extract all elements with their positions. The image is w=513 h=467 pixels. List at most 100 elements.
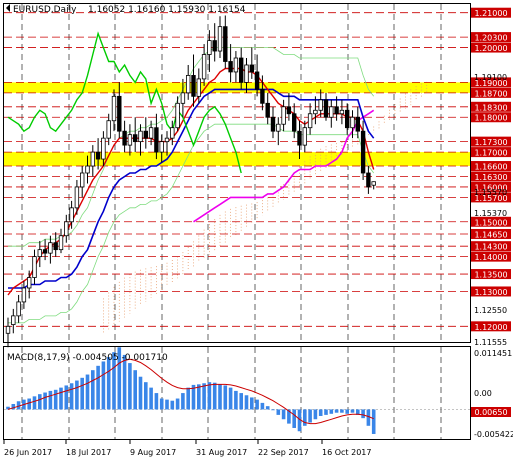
macd-bar	[133, 370, 137, 410]
candle-body	[21, 287, 27, 303]
candle-body	[180, 92, 186, 104]
candle-body	[360, 130, 366, 174]
candle-body	[286, 106, 292, 115]
candle-body	[276, 123, 281, 132]
macd-bar	[350, 409, 355, 413]
candle-body	[170, 127, 175, 139]
macd-bar	[303, 409, 307, 426]
macd-bar	[85, 374, 90, 410]
candle-body	[201, 54, 207, 80]
candle-body	[228, 61, 233, 73]
candle-body	[207, 40, 212, 55]
macd-bar	[80, 377, 84, 410]
candle-body	[297, 130, 302, 146]
candle-body	[159, 141, 164, 153]
candle-body	[323, 99, 329, 118]
candle-body	[101, 137, 106, 160]
macd-bar	[271, 409, 275, 411]
macd-axis-label: 0.011451	[474, 349, 512, 358]
candle-body	[111, 95, 117, 122]
candle-body	[16, 301, 21, 317]
macd-bar	[75, 380, 79, 410]
time-axis-label: 22 Sep 2017	[258, 448, 309, 457]
macd-bar	[154, 393, 159, 410]
macd-bar	[32, 396, 37, 410]
price-axis-label: 1.15570	[474, 188, 507, 197]
level-price-label: 1.17300	[474, 138, 507, 147]
candle-body	[175, 102, 180, 129]
macd-bar	[361, 409, 365, 419]
macd-bar	[202, 383, 206, 410]
candle-body	[371, 181, 376, 186]
level-price-label: 1.13000	[474, 288, 507, 297]
macd-bar	[101, 361, 106, 410]
candle-body	[291, 113, 297, 132]
macd-bar	[292, 409, 296, 428]
price-axis-label: 1.15370	[474, 209, 507, 218]
macd-bar	[313, 409, 318, 420]
candle-body	[355, 116, 360, 132]
chart-window: 1.21000 1.20300 1.20000 1.19000 1.18700 1.183…	[0, 0, 513, 463]
ohlc-values: 1.16052 1.16160 1.15930 1.16154	[88, 5, 246, 15]
macd-bar	[223, 385, 228, 410]
macd-bar	[329, 409, 334, 414]
macd-bar	[91, 370, 95, 410]
candle-body	[191, 75, 196, 97]
candle-body	[154, 127, 159, 153]
price-axis-label: 1.11555	[474, 338, 507, 347]
symbol-header: EURUSD,Daily 1.16052 1.16160 1.15930 1.1…	[6, 4, 246, 15]
candle-body	[53, 242, 58, 251]
candle-body	[117, 95, 122, 132]
candle-body	[37, 249, 42, 258]
candle-body	[32, 256, 37, 278]
level-price-label: 1.12000	[474, 323, 507, 332]
candle-body	[90, 151, 95, 167]
candle-body	[64, 221, 69, 237]
macd-bar	[276, 409, 281, 415]
macd-bar	[149, 387, 153, 410]
candle-body	[80, 172, 85, 188]
candle-body	[329, 106, 334, 118]
level-price-label: 1.13500	[474, 271, 507, 280]
level-price-label: 1.18000	[474, 114, 507, 123]
macd-bar	[281, 409, 286, 420]
price-chart[interactable]: 1.210001.203001.200001.190001.187001.183…	[0, 0, 513, 463]
level-price-label: 1.20300	[474, 34, 507, 43]
candle-body	[148, 127, 154, 139]
level-price-label: 1.15000	[474, 218, 507, 227]
candle-body	[74, 186, 80, 209]
candle-body	[313, 109, 318, 115]
macd-bar	[43, 392, 47, 410]
macd-bar	[334, 409, 339, 413]
macd-bar	[234, 390, 238, 410]
macd-bar	[122, 354, 127, 410]
candle-body	[233, 57, 239, 73]
macd-bar	[165, 399, 169, 410]
candle-body	[122, 130, 127, 146]
candle-body	[106, 120, 111, 139]
time-axis-label: 31 Aug 2017	[196, 448, 247, 457]
symbol-label: EURUSD,Daily	[13, 5, 77, 15]
candle-body	[249, 64, 254, 73]
candle-body	[302, 127, 307, 146]
macd-bar	[345, 409, 349, 414]
macd-bar	[170, 400, 175, 410]
candle-body	[85, 165, 90, 174]
price-axis-label: 1.19100	[474, 73, 507, 82]
level-price-label: 1.18300	[474, 103, 507, 112]
level-price-label: 1.20000	[474, 44, 507, 53]
candle-body	[58, 235, 64, 251]
macd-bar	[59, 387, 63, 410]
macd-bar	[144, 382, 148, 410]
level-price-label: 1.16300	[474, 173, 507, 182]
time-axis-label: 16 Oct 2017	[322, 448, 371, 457]
level-price-label: 1.14300	[474, 243, 507, 252]
macd-bar	[340, 409, 344, 413]
candle-body	[143, 130, 148, 139]
candle-body	[138, 130, 143, 143]
macd-bar	[324, 409, 328, 415]
macd-bar	[48, 390, 53, 410]
candle-body	[260, 88, 265, 104]
level-price-label: 1.17000	[474, 149, 507, 158]
macd-bar	[186, 387, 190, 410]
